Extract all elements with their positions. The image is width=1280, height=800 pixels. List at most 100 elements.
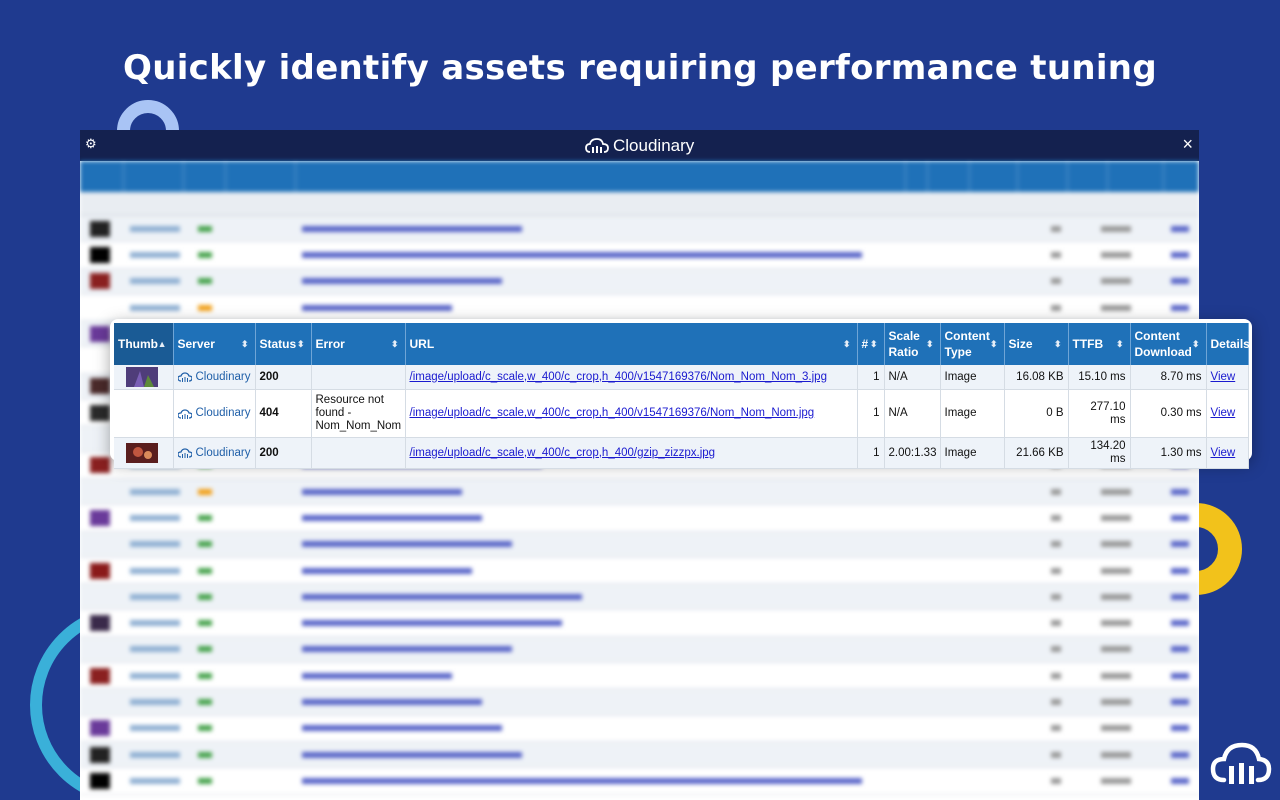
- content-type-cell: Image: [940, 365, 1005, 390]
- blurred-row: [80, 716, 1199, 742]
- view-link[interactable]: View: [1211, 371, 1236, 383]
- sort-icon: ⬍: [1191, 339, 1200, 349]
- sort-icon: ⬍: [1053, 339, 1062, 349]
- col-header-error[interactable]: Error ⬍: [311, 323, 406, 365]
- blurred-row: [80, 558, 1199, 585]
- server-cell: Cloudinary: [173, 437, 256, 469]
- url-link[interactable]: /image/upload/c_scale,w_400/c_crop,h_400…: [410, 407, 815, 419]
- view-link[interactable]: View: [1211, 447, 1236, 459]
- view-link[interactable]: View: [1211, 407, 1236, 419]
- blurred-row: [80, 768, 1199, 795]
- error-cell: Resource not found - Nom_Nom_Nom: [311, 389, 406, 438]
- url-link[interactable]: /image/upload/c_scale,w_400/c_crop,h_400…: [410, 371, 827, 383]
- blurred-row: [80, 741, 1199, 769]
- blurred-row: [80, 689, 1199, 716]
- ttfb-cell: 134.20 ms: [1068, 437, 1131, 469]
- col-header-ttfb[interactable]: TTFB ⬍: [1068, 323, 1131, 365]
- sort-icon: ⬍: [842, 339, 851, 349]
- close-icon[interactable]: ×: [1182, 134, 1193, 155]
- sort-icon: ⬍: [989, 339, 998, 349]
- status-cell: 404: [255, 389, 312, 438]
- blurred-row: [80, 531, 1199, 558]
- url-link[interactable]: /image/upload/c_scale,w_400/c_crop,h_400…: [410, 447, 716, 459]
- sort-asc-icon: ▲: [157, 339, 167, 349]
- window-titlebar: ⚙ Cloudinary ×: [80, 130, 1199, 161]
- server-cell: Cloudinary: [173, 389, 256, 438]
- sort-icon: ⬍: [869, 339, 878, 349]
- blurred-row: [80, 584, 1199, 611]
- col-header-content-download[interactable]: Content Download ⬍: [1130, 323, 1207, 365]
- thumb-cell: [114, 365, 174, 390]
- cloud-icon: [1210, 742, 1272, 784]
- blurred-row: [80, 295, 1199, 322]
- col-header-content-type[interactable]: Content Type ⬍: [940, 323, 1005, 365]
- sort-icon: ⬍: [296, 339, 305, 349]
- scale-ratio-cell: N/A: [884, 389, 941, 438]
- scale-ratio-cell: 2.00:1.33: [884, 437, 941, 469]
- status-cell: 200: [255, 365, 312, 390]
- download-cell: 8.70 ms: [1130, 365, 1207, 390]
- cloud-icon: [177, 408, 192, 419]
- table-row: Cloudinary 200 /image/upload/c_scale,w_4…: [114, 365, 1249, 390]
- size-cell: 16.08 KB: [1004, 365, 1069, 390]
- col-header-status[interactable]: Status ⬍: [255, 323, 312, 365]
- sort-icon: ⬍: [240, 339, 249, 349]
- col-header-scale-ratio[interactable]: Scale Ratio ⬍: [884, 323, 941, 365]
- blurred-row: [80, 242, 1199, 269]
- col-header-url[interactable]: URL ⬍: [405, 323, 858, 365]
- ttfb-cell: 277.10 ms: [1068, 389, 1131, 438]
- gear-icon[interactable]: ⚙: [85, 136, 97, 152]
- blurred-row: [80, 505, 1199, 532]
- col-header-server[interactable]: Server ⬍: [173, 323, 256, 365]
- highlighted-results-card: Thumb ▲ Server ⬍ Status ⬍ Error ⬍ URL ⬍ # ⬍ Sc…: [110, 319, 1252, 469]
- download-cell: 1.30 ms: [1130, 437, 1207, 469]
- cloud-icon: [177, 372, 192, 382]
- thumbnail-image[interactable]: [126, 367, 158, 387]
- thumb-cell: [114, 437, 174, 469]
- blurred-rows: [80, 216, 1199, 795]
- details-cell: View: [1206, 437, 1249, 469]
- blurred-row: [80, 610, 1199, 637]
- sort-icon: ⬍: [925, 339, 934, 349]
- download-cell: 0.30 ms: [1130, 389, 1207, 438]
- size-cell: 0 B: [1004, 389, 1069, 438]
- size-cell: 21.66 KB: [1004, 437, 1069, 469]
- blurred-row: [80, 478, 1199, 506]
- col-header-details: Details: [1206, 323, 1250, 365]
- blurred-header: [80, 161, 1199, 192]
- cloudinary-brand: Cloudinary: [585, 135, 694, 157]
- table-header-row: Thumb ▲ Server ⬍ Status ⬍ Error ⬍ URL ⬍ # ⬍ Sc…: [114, 323, 1250, 365]
- blurred-table-background: [80, 161, 1199, 800]
- error-cell: [311, 365, 406, 390]
- content-type-cell: Image: [940, 389, 1005, 438]
- url-cell: /image/upload/c_scale,w_400/c_crop,h_400…: [405, 437, 858, 469]
- blurred-row: [80, 268, 1199, 295]
- headline: Quickly identify assets requiring perfor…: [123, 48, 1157, 88]
- results-table: Thumb ▲ Server ⬍ Status ⬍ Error ⬍ URL ⬍ # ⬍ Sc…: [114, 323, 1250, 469]
- server-cell: Cloudinary: [173, 365, 256, 390]
- details-cell: View: [1206, 365, 1249, 390]
- sort-icon: ⬍: [1115, 339, 1124, 349]
- url-cell: /image/upload/c_scale,w_400/c_crop,h_400…: [405, 389, 858, 438]
- col-header-count[interactable]: # ⬍: [857, 323, 885, 365]
- col-header-size[interactable]: Size ⬍: [1004, 323, 1069, 365]
- content-type-cell: Image: [940, 437, 1005, 469]
- thumb-cell: [114, 389, 174, 438]
- col-header-thumb[interactable]: Thumb ▲: [114, 323, 174, 365]
- window-title: Cloudinary: [613, 136, 695, 155]
- count-cell: 1: [857, 437, 885, 469]
- count-cell: 1: [857, 389, 885, 438]
- blurred-row: [80, 216, 1199, 243]
- blurred-filter-row: [80, 192, 1199, 216]
- details-cell: View: [1206, 389, 1249, 438]
- url-cell: /image/upload/c_scale,w_400/c_crop,h_400…: [405, 365, 858, 390]
- sort-icon: ⬍: [390, 339, 399, 349]
- scale-ratio-cell: N/A: [884, 365, 941, 390]
- error-cell: [311, 437, 406, 469]
- ttfb-cell: 15.10 ms: [1068, 365, 1131, 390]
- thumbnail-image[interactable]: [126, 443, 158, 463]
- count-cell: 1: [857, 365, 885, 390]
- blurred-row: [80, 663, 1199, 690]
- cloud-icon: [177, 448, 192, 458]
- cloudinary-logo-icon: [585, 138, 609, 153]
